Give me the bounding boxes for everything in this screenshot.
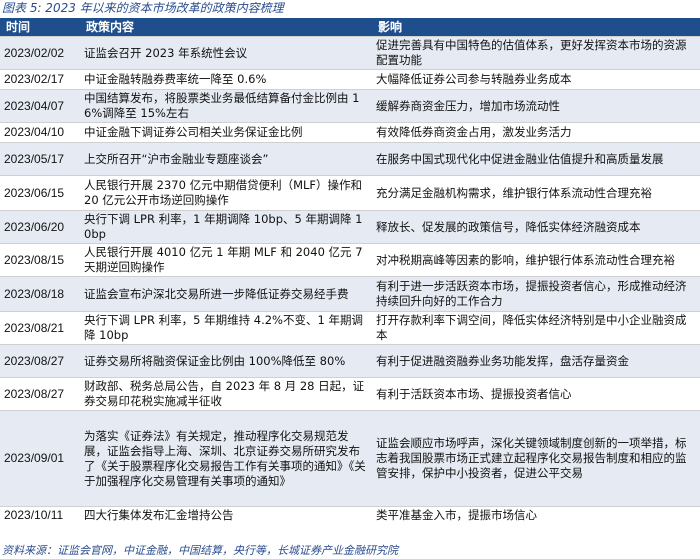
- cell-policy: 为落实《证券法》有关规定，推动程序化交易规范发展，证监会指导上海、深圳、北京证券…: [84, 428, 366, 488]
- cell-date: 2023/06/20: [4, 219, 65, 234]
- table-row: 2023/10/11 四大行集体发布汇金增持公告 类平准基金入市，提振市场信心: [0, 506, 700, 524]
- table-row: 2023/04/07 中国结算发布，将股票类业务最低结算备付金比例由 16%调降…: [0, 89, 700, 123]
- table-row: 2023/02/17 中证金融转融券费率统一降至 0.6% 大幅降低证券公司参与…: [0, 69, 700, 90]
- cell-impact: 证监会顺应市场呼声，深化关键领域制度创新的一项举措，标志着我国股票市场正式建立起…: [376, 436, 687, 480]
- cell-date: 2023/08/18: [4, 286, 65, 301]
- table-row: 2023/08/27 证券交易所将融资保证金比例由 100%降低至 80% 有利…: [0, 344, 700, 378]
- cell-policy: 央行下调 LPR 利率，1 年期调降 10bp、5 年期调降 10bp: [84, 212, 363, 241]
- cell-date: 2023/08/27: [4, 353, 65, 368]
- cell-impact: 释放长、促发展的政策信号，降低实体经济融资成本: [376, 219, 641, 234]
- policy-table: 时间 政策内容 影响 2023/02/02 证监会召开 2023 年系统性会议 …: [0, 18, 700, 524]
- table-row: 2023/08/18 证监会宣布沪深北交易所进一步降低证券交易经手费 有利于进一…: [0, 276, 700, 312]
- cell-impact: 大幅降低证券公司参与转融券业务成本: [376, 72, 572, 86]
- table-row: 2023/08/27 财政部、税务总局公告，自 2023 年 8 月 28 日起…: [0, 377, 700, 411]
- cell-date: 2023/04/10: [4, 125, 65, 139]
- cell-policy: 人民银行开展 2370 亿元中期借贷便利（MLF）操作和 20 亿元公开市场逆回…: [84, 178, 363, 207]
- table-row: 2023/05/17 上交所召开“沪市金融业专题座谈会” 在服务中国式现代化中促…: [0, 142, 700, 176]
- cell-date: 2023/08/21: [4, 320, 65, 335]
- cell-impact: 有利于促进融资融券业务功能发挥，盘活存量资金: [376, 353, 629, 368]
- table-row: 2023/02/02 证监会召开 2023 年系统性会议 促进完善具有中国特色的…: [0, 36, 700, 70]
- cell-impact: 有利于进一步活跃资本市场，提振投资者信心，形成推动经济持续回升向好的工作合力: [376, 279, 687, 308]
- cell-date: 2023/10/11: [4, 507, 64, 522]
- cell-date: 2023/02/02: [4, 45, 65, 60]
- cell-policy: 四大行集体发布汇金增持公告: [84, 507, 234, 522]
- cell-policy: 财政部、税务总局公告，自 2023 年 8 月 28 日起，证券交易印花税实施减…: [84, 379, 365, 408]
- table-row: 2023/06/20 央行下调 LPR 利率，1 年期调降 10bp、5 年期调…: [0, 210, 700, 244]
- cell-impact: 有利于活跃资本市场、提振投资者信心: [376, 386, 572, 401]
- cell-date: 2023/06/15: [4, 185, 65, 200]
- cell-impact: 充分满足金融机构需求，维护银行体系流动性合理充裕: [376, 185, 652, 200]
- cell-policy: 中证金融转融券费率统一降至 0.6%: [84, 72, 267, 86]
- source-note: 资料来源：证监会官网，中证金融，中国结算，央行等，长城证券产业金融研究院: [2, 544, 398, 557]
- cell-impact: 缓解券商资金压力，增加市场流动性: [376, 98, 560, 113]
- cell-impact: 有效降低券商资金占用，激发业务活力: [376, 125, 572, 139]
- cell-impact: 促进完善具有中国特色的估值体系，更好发挥资本市场的资源配置功能: [376, 38, 687, 67]
- cell-date: 2023/09/01: [4, 451, 65, 465]
- cell-impact: 在服务中国式现代化中促进金融业估值提升和高质量发展: [376, 151, 664, 166]
- table-row: 2023/08/21 央行下调 LPR 利率，5 年期维持 4.2%不变、1 年…: [0, 311, 700, 345]
- table-row: 2023/09/01 为落实《证券法》有关规定，推动程序化交易规范发展，证监会指…: [0, 410, 700, 507]
- cell-policy: 央行下调 LPR 利率，5 年期维持 4.2%不变、1 年期调降 10bp: [84, 313, 363, 342]
- cell-date: 2023/02/17: [4, 72, 65, 86]
- cell-policy: 中证金融下调证券公司相关业务保证金比例: [84, 125, 303, 139]
- cell-impact: 对冲税期高峰等因素的影响，维护银行体系流动性合理充裕: [376, 252, 675, 267]
- cell-impact: 类平准基金入市，提振市场信心: [376, 507, 537, 522]
- cell-date: 2023/04/07: [4, 98, 65, 113]
- table-caption: 图表 5: 2023 年以来的资本市场改革的政策内容梳理: [2, 1, 284, 15]
- cell-policy: 中国结算发布，将股票类业务最低结算备付金比例由 16%调降至 15%左右: [84, 91, 360, 120]
- header-impact: 影响: [372, 18, 700, 37]
- header-date: 时间: [0, 18, 80, 37]
- table-header-row: 时间 政策内容 影响: [0, 18, 700, 37]
- cell-date: 2023/08/15: [4, 252, 65, 267]
- cell-impact: 打开存款利率下调空间，降低实体经济特别是中小企业融资成本: [376, 313, 687, 342]
- header-policy: 政策内容: [80, 18, 372, 37]
- cell-policy: 证监会召开 2023 年系统性会议: [84, 45, 248, 60]
- cell-policy: 人民银行开展 4010 亿元 1 年期 MLF 和 2040 亿元 7 天期逆回…: [84, 245, 363, 274]
- cell-date: 2023/05/17: [4, 151, 65, 166]
- table-row: 2023/06/15 人民银行开展 2370 亿元中期借贷便利（MLF）操作和 …: [0, 175, 700, 211]
- cell-policy: 上交所召开“沪市金融业专题座谈会”: [84, 151, 269, 166]
- cell-date: 2023/08/27: [4, 386, 65, 401]
- table-row: 2023/04/10 中证金融下调证券公司相关业务保证金比例 有效降低券商资金占…: [0, 122, 700, 143]
- cell-policy: 证监会宣布沪深北交易所进一步降低证券交易经手费: [84, 286, 349, 301]
- table-row: 2023/08/15 人民银行开展 4010 亿元 1 年期 MLF 和 204…: [0, 243, 700, 277]
- cell-policy: 证券交易所将融资保证金比例由 100%降低至 80%: [84, 353, 346, 368]
